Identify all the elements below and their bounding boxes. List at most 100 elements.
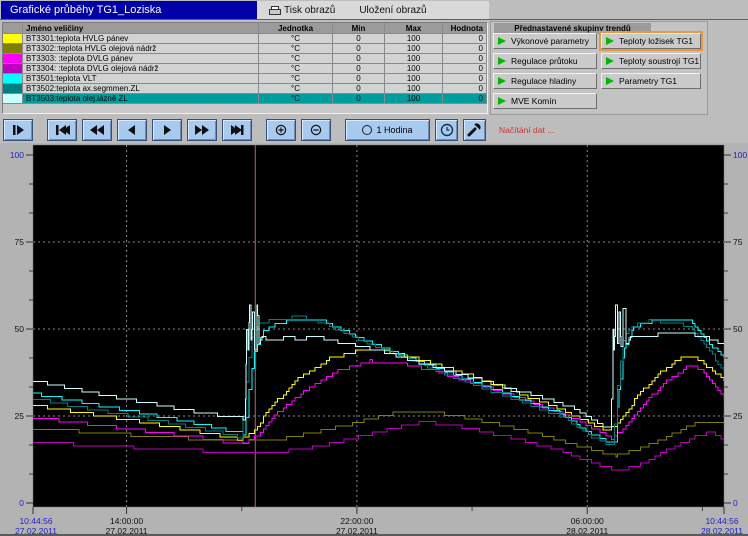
- signal-color-swatch: [3, 34, 23, 44]
- signal-row[interactable]: BT3501:teplota VLT °C 0 100 0: [3, 74, 487, 84]
- signal-min: 0: [333, 94, 385, 104]
- y-axis-label-right: 100: [733, 150, 747, 160]
- signal-color-swatch: [3, 84, 23, 94]
- play-icon: [606, 57, 614, 65]
- trend-group-label: MVE Komín: [511, 96, 556, 106]
- play-step-icon: [10, 124, 26, 136]
- trend-group-button[interactable]: Regulace průtoku: [493, 53, 597, 69]
- play-icon: [498, 77, 506, 85]
- signal-name: BT3301:teplota HVLG pánev: [23, 34, 259, 44]
- signal-row[interactable]: BT3303: :teplota DVLG pánev °C 0 100 0: [3, 54, 487, 64]
- signal-name: BT3503:teplota olej.lázně ZL: [23, 94, 259, 104]
- trend-group-button[interactable]: MVE Komín: [493, 93, 597, 109]
- column-header-min: Min: [333, 23, 385, 34]
- play-forward-button[interactable]: [152, 119, 182, 141]
- trend-group-button[interactable]: Teploty soustrojí TG1: [601, 53, 701, 69]
- signal-row[interactable]: BT3502:teplota ax.segmmen.ZL °C 0 100 0: [3, 84, 487, 94]
- header-separator: [0, 19, 748, 20]
- interval-label: 1 Hodina: [376, 125, 412, 135]
- signal-row[interactable]: BT3302::teplota HVLG olejová nádrž °C 0 …: [3, 44, 487, 54]
- skip-start-button[interactable]: [47, 119, 77, 141]
- signal-row[interactable]: BT3304: :teplota DVLG olejová nádrž °C 0…: [3, 64, 487, 74]
- signal-name: BT3303: :teplota DVLG pánev: [23, 54, 259, 64]
- y-axis-label-right: 50: [733, 324, 743, 334]
- signal-unit: °C: [259, 74, 333, 84]
- zoom-in-button[interactable]: [266, 119, 296, 141]
- x-axis-time-label: 10:44:56: [19, 516, 52, 526]
- wrench-button[interactable]: [463, 119, 486, 141]
- save-images-label: Uložení obrazů: [359, 5, 426, 16]
- signal-unit: °C: [259, 64, 333, 74]
- signal-row[interactable]: BT3301:teplota HVLG pánev °C 0 100 0: [3, 34, 487, 44]
- trend-group-button[interactable]: Regulace hladiny: [493, 73, 597, 89]
- fast-rewind-icon: [89, 124, 105, 136]
- column-header-max: Max: [385, 23, 443, 34]
- x-axis-date-label: 27.02.2011: [15, 526, 57, 534]
- clock-icon: [440, 123, 454, 137]
- page-title: Grafické průběhy TG1_Loziska: [1, 1, 257, 19]
- play-icon: [498, 97, 506, 105]
- signal-color-swatch: [3, 74, 23, 84]
- x-axis-time-label: 10:44:56: [705, 516, 738, 526]
- signal-value: 0: [443, 74, 487, 84]
- step-back-icon: [124, 124, 140, 136]
- x-axis-date-label: 27.02.2011: [106, 526, 148, 534]
- signal-color-swatch: [3, 44, 23, 54]
- trend-group-label: Teploty ložisek TG1: [619, 36, 693, 46]
- play-icon: [498, 57, 506, 65]
- trend-group-button[interactable]: Teploty ložisek TG1: [601, 33, 701, 49]
- step-back-button[interactable]: [117, 119, 147, 141]
- signal-max: 100: [385, 54, 443, 64]
- signal-max: 100: [385, 44, 443, 54]
- trend-group-button[interactable]: Výkonové parametry: [493, 33, 597, 49]
- signal-name: BT3304: :teplota DVLG olejová nádrž: [23, 64, 259, 74]
- color-column-header: [3, 23, 23, 34]
- signal-min: 0: [333, 44, 385, 54]
- wrench-icon: [467, 122, 482, 137]
- zoom-out-button[interactable]: [301, 119, 331, 141]
- signal-unit: °C: [259, 34, 333, 44]
- signal-name: BT3302::teplota HVLG olejová nádrž: [23, 44, 259, 54]
- signal-unit: °C: [259, 94, 333, 104]
- signal-max: 100: [385, 74, 443, 84]
- signal-table: Jméno veličiny Jednotka Min Max Hodnota …: [2, 22, 488, 114]
- trend-group-label: Výkonové parametry: [511, 36, 589, 46]
- interval-button[interactable]: 1 Hodina: [345, 119, 430, 141]
- trend-groups-panel: Přednastavené skupiny trendů Výkonové pa…: [490, 21, 708, 115]
- fast-forward-icon: [194, 124, 210, 136]
- signal-value: 0: [443, 84, 487, 94]
- trend-group-button[interactable]: Parametry TG1: [601, 73, 701, 89]
- skip-start-icon: [54, 124, 70, 136]
- signal-max: 100: [385, 94, 443, 104]
- play-forward-icon: [159, 124, 175, 136]
- menu-bar: Tisk obrazů Uložení obrazů: [257, 1, 489, 19]
- x-axis-time-label: 14:00:00: [110, 516, 143, 526]
- x-axis-date-label: 28.02.2011: [701, 526, 743, 534]
- signal-row[interactable]: BT3503:teplota olej.lázně ZL °C 0 100 0: [3, 94, 487, 104]
- signal-max: 100: [385, 84, 443, 94]
- trend-plot[interactable]: 0025255050757510010010:44:5627.02.201114…: [0, 143, 748, 534]
- signal-value: 0: [443, 44, 487, 54]
- signal-min: 0: [333, 54, 385, 64]
- signal-name: BT3502:teplota ax.segmmen.ZL: [23, 84, 259, 94]
- print-images-label: Tisk obrazů: [284, 5, 335, 16]
- print-images-button[interactable]: Tisk obrazů: [257, 1, 347, 19]
- trend-group-label: Teploty soustrojí TG1: [619, 56, 699, 66]
- radio-icon: [362, 125, 372, 135]
- y-axis-label-left: 50: [15, 324, 25, 334]
- clock-button[interactable]: [435, 119, 458, 141]
- save-images-button[interactable]: Uložení obrazů: [347, 1, 438, 19]
- signal-max: 100: [385, 34, 443, 44]
- signal-color-swatch: [3, 94, 23, 104]
- trend-group-label: Regulace hladiny: [511, 76, 576, 86]
- play-icon: [498, 37, 506, 45]
- signal-unit: °C: [259, 44, 333, 54]
- x-axis-date-label: 27.02.2011: [336, 526, 378, 534]
- column-header-value: Hodnota: [443, 23, 487, 34]
- fast-rewind-button[interactable]: [82, 119, 112, 141]
- fast-forward-button[interactable]: [187, 119, 217, 141]
- y-axis-label-right: 25: [733, 411, 743, 421]
- skip-end-button[interactable]: [222, 119, 252, 141]
- column-header-name: Jméno veličiny: [23, 23, 259, 34]
- play-step-button[interactable]: [3, 119, 33, 141]
